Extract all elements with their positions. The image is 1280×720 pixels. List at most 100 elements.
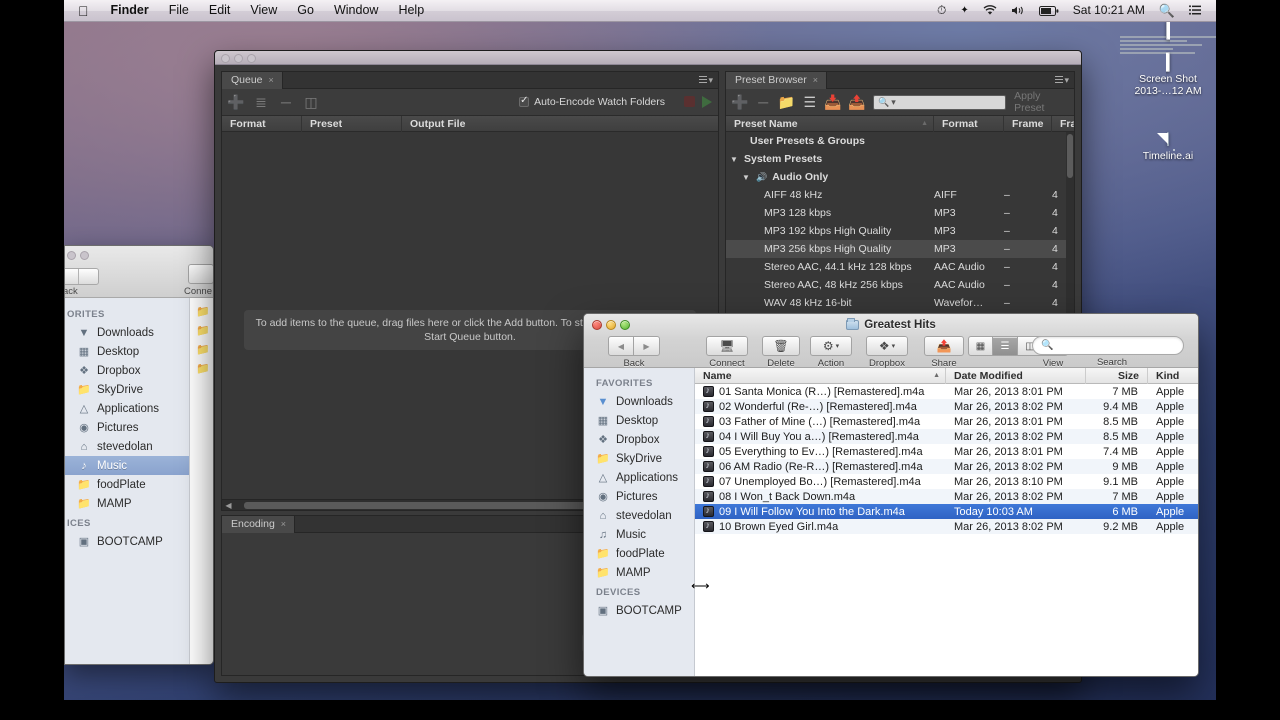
table-row[interactable]: 10 Brown Eyed Girl.m4a Mar 26, 2013 8:02… <box>695 519 1198 534</box>
sidebar-item-desktop[interactable]: ▦ Desktop <box>584 411 694 430</box>
delete-button[interactable]: 🗑 <box>762 336 800 356</box>
preset-row[interactable]: MP3 128 kbps MP3 – 4 <box>726 204 1074 222</box>
menu-window[interactable]: Window <box>324 0 388 21</box>
disclosure-icon[interactable]: ▼ <box>730 155 739 164</box>
connect-button[interactable]: 🖥 <box>706 336 748 356</box>
time-machine-icon[interactable]: ⏱ <box>931 0 952 21</box>
preset-row[interactable]: ▼ System Presets <box>726 150 1074 168</box>
table-row[interactable]: 08 I Won_t Back Down.m4a Mar 26, 2013 8:… <box>695 489 1198 504</box>
sidebar-item-skydrive[interactable]: 📁 SkyDrive <box>65 380 189 399</box>
wifi-icon[interactable] <box>977 5 1003 16</box>
stop-button[interactable] <box>684 96 695 107</box>
sidebar-item-home[interactable]: ⌂ stevedolan <box>65 437 189 456</box>
auto-encode-watch-folders-checkbox[interactable]: Auto-Encode Watch Folders <box>519 95 665 108</box>
sidebar-item-downloads[interactable]: ▼ Downloads <box>584 392 694 411</box>
close-icon[interactable]: × <box>269 72 274 89</box>
menu-view[interactable]: View <box>240 0 287 21</box>
sidebar-item-dropbox[interactable]: ❖ Dropbox <box>65 361 189 380</box>
list-view-button[interactable]: ☰ <box>993 336 1018 356</box>
sidebar-item-foodplate[interactable]: 📁 foodPlate <box>584 544 694 563</box>
scroll-left-icon[interactable]: ◀ <box>224 501 233 510</box>
finder-bg-file-list[interactable]: 📁Co 📁iPo 📁iT 📁Va <box>190 298 213 664</box>
back-forward-buttons[interactable]: ◀ ▶ <box>608 336 660 356</box>
chevron-down-icon[interactable]: ▾ <box>891 97 896 108</box>
column-size[interactable]: Size <box>1086 368 1148 384</box>
disclosure-icon[interactable]: ▼ <box>742 173 751 182</box>
sidebar-item-dropbox[interactable]: ❖ Dropbox <box>584 430 694 449</box>
preset-row[interactable]: AIFF 48 kHz AIFF – 4 <box>726 186 1074 204</box>
add-icon[interactable]: ➕ <box>227 94 244 110</box>
close-icon[interactable]: × <box>281 516 286 533</box>
preset-row[interactable]: MP3 192 kbps High Quality MP3 – 4 <box>726 222 1074 240</box>
preset-row[interactable]: Stereo AAC, 48 kHz 256 kbps AAC Audio – … <box>726 276 1074 294</box>
list-item[interactable]: 📁Co <box>190 302 213 321</box>
column-frame-size[interactable]: Frame Size <box>1004 115 1052 132</box>
settings-icon[interactable]: ◫ <box>303 94 319 110</box>
notification-center-icon[interactable] <box>1183 5 1208 16</box>
minimize-button[interactable] <box>67 251 76 260</box>
table-row[interactable]: 06 AM Radio (Re-R…) [Remastered].m4a Mar… <box>695 459 1198 474</box>
table-row[interactable]: 05 Everything to Ev…) [Remastered].m4a M… <box>695 444 1198 459</box>
scrollbar-thumb[interactable] <box>1067 134 1073 178</box>
sidebar-item-skydrive[interactable]: 📁 SkyDrive <box>584 449 694 468</box>
sidebar-item-pictures[interactable]: ◉ Pictures <box>65 418 189 437</box>
battery-icon[interactable] <box>1033 5 1065 16</box>
column-format[interactable]: Format <box>222 115 302 132</box>
export-preset-icon[interactable]: 📤 <box>848 94 865 110</box>
list-item[interactable]: 📁iPo <box>190 321 213 340</box>
minimize-button[interactable] <box>234 54 243 63</box>
finder-file-list[interactable]: Name ▲ Date Modified Size Kind 01 Santa … <box>695 368 1198 676</box>
back-forward-buttons[interactable] <box>65 268 99 285</box>
sidebar-item-applications[interactable]: △ Applications <box>584 468 694 487</box>
sidebar-item-mamp[interactable]: 📁 MAMP <box>584 563 694 582</box>
preset-settings-icon[interactable]: ☰ <box>802 94 816 110</box>
menu-edit[interactable]: Edit <box>199 0 241 21</box>
list-item[interactable]: 📁iT <box>190 340 213 359</box>
preset-row[interactable]: Stereo AAC, 44.1 kHz 128 kbps AAC Audio … <box>726 258 1074 276</box>
tab-queue[interactable]: Queue × <box>222 71 283 89</box>
action-button[interactable]: ⚙ ▾ <box>810 336 852 356</box>
table-row[interactable]: 01 Santa Monica (R…) [Remastered].m4a Ma… <box>695 384 1198 399</box>
table-row-selected[interactable]: 09 I Will Follow You Into the Dark.m4a T… <box>695 504 1198 519</box>
dropbox-button[interactable]: ❖ ▾ <box>866 336 908 356</box>
column-name[interactable]: Name ▲ <box>695 368 946 384</box>
close-button[interactable] <box>221 54 230 63</box>
table-row[interactable]: 03 Father of Mine (…) [Remastered].m4a M… <box>695 414 1198 429</box>
menu-file[interactable]: File <box>159 0 199 21</box>
zoom-button[interactable] <box>247 54 256 63</box>
zoom-button[interactable] <box>80 251 89 260</box>
tab-encoding[interactable]: Encoding × <box>222 515 296 533</box>
icon-view-button[interactable]: ▦ <box>968 336 993 356</box>
window-controls[interactable] <box>67 251 89 260</box>
remove-icon[interactable]: ─ <box>278 94 294 110</box>
sidebar-item-music[interactable]: ♪ Music <box>65 456 189 475</box>
sidebar-item-desktop[interactable]: ▦ Desktop <box>65 342 189 361</box>
panel-menu-icon[interactable]: ▾ <box>1055 75 1069 86</box>
remove-icon[interactable]: ─ <box>756 94 770 110</box>
preset-row[interactable]: WAV 48 kHz 16-bit Wavefor… – 4 <box>726 294 1074 312</box>
apple-menu-icon[interactable]:  <box>64 1 101 21</box>
menu-help[interactable]: Help <box>388 0 434 21</box>
column-preset[interactable]: Preset <box>302 115 402 132</box>
tab-preset-browser[interactable]: Preset Browser × <box>726 71 828 89</box>
sidebar-item-bootcamp[interactable]: ▣ BOOTCAMP <box>65 532 189 551</box>
sidebar-item-mamp[interactable]: 📁 MAMP <box>65 494 189 513</box>
start-queue-button[interactable] <box>702 96 712 108</box>
bluetooth-icon[interactable]: ✦ <box>954 0 974 21</box>
finder-bg-sidebar[interactable]: ORITES ▼ Downloads ▦ Desktop ❖ Dropbox 📁 Sky… <box>65 298 190 664</box>
table-row[interactable]: 04 I Will Buy You a…) [Remastered].m4a M… <box>695 429 1198 444</box>
sidebar-item-applications[interactable]: △ Applications <box>65 399 189 418</box>
finder-front-sidebar[interactable]: FAVORITES ▼ Downloads ▦ Desktop ❖ Dropbox 📁… <box>584 368 695 676</box>
column-output-file[interactable]: Output File <box>402 116 718 132</box>
duplicate-icon[interactable]: ≣ <box>253 94 269 110</box>
menu-go[interactable]: Go <box>287 0 324 21</box>
search-input[interactable]: 🔍 <box>1032 336 1184 355</box>
column-frame-rate[interactable]: Fra <box>1052 116 1074 132</box>
new-group-icon[interactable]: 📁 <box>778 94 795 110</box>
checkbox[interactable] <box>519 95 530 107</box>
sidebar-item-bootcamp[interactable]: ▣ BOOTCAMP <box>584 601 694 620</box>
table-row[interactable]: 02 Wonderful (Re-…) [Remastered].m4a Mar… <box>695 399 1198 414</box>
table-row[interactable]: 07 Unemployed Bo…) [Remastered].m4a Mar … <box>695 474 1198 489</box>
add-icon[interactable]: ➕ <box>731 94 748 110</box>
desktop-icon-screenshot[interactable]: Screen Shot 2013-…12 AM <box>1120 20 1216 97</box>
